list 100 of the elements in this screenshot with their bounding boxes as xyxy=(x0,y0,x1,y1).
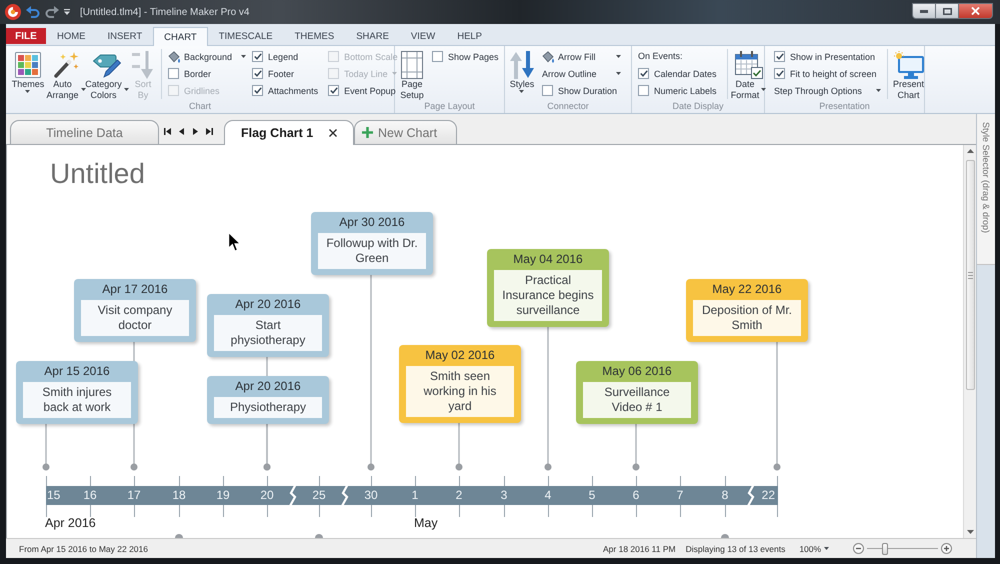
next-icon[interactable] xyxy=(192,128,199,135)
ribbon-tab[interactable]: CHART xyxy=(153,27,208,46)
checkbox[interactable] xyxy=(252,85,264,96)
ribbon-tab[interactable]: INSERT xyxy=(96,27,154,45)
checkbox-label[interactable]: Show Pages xyxy=(448,52,499,62)
tag-icon xyxy=(93,52,121,78)
ribbon-button[interactable]: Themes xyxy=(10,48,46,100)
event-flag[interactable]: May 02 2016 Smith seen working in his yard xyxy=(399,345,521,423)
ribbon-tab[interactable]: HELP xyxy=(446,27,494,45)
event-date: May 06 2016 xyxy=(601,363,673,380)
color-grid-icon xyxy=(15,52,41,78)
maximize-button[interactable] xyxy=(936,3,959,19)
section-label: On Events: xyxy=(638,50,684,63)
paint-bucket-icon xyxy=(168,50,181,62)
event-date: Apr 15 2016 xyxy=(43,363,111,380)
checkbox[interactable] xyxy=(638,68,649,79)
checkbox[interactable] xyxy=(252,68,264,79)
event-flag[interactable]: Apr 20 2016 Start physiotherapy xyxy=(207,294,329,357)
magic-wand-icon xyxy=(53,52,79,78)
slider-thumb[interactable] xyxy=(882,542,888,554)
sheet-tab[interactable]: Timeline Data xyxy=(10,120,159,144)
checkbox-label[interactable]: Footer xyxy=(268,68,294,78)
event-description: Practical Insurance begins surveillance xyxy=(494,270,602,321)
scale-label: 25 xyxy=(312,487,326,504)
caret-icon[interactable] xyxy=(64,9,70,15)
minimize-icon xyxy=(920,10,928,12)
checkbox-label[interactable]: Attachments xyxy=(268,86,318,96)
file-tab[interactable]: FILE xyxy=(6,28,46,44)
app-logo-icon[interactable] xyxy=(5,4,21,20)
ribbon-menu-button[interactable]: Arrow Outline xyxy=(542,65,622,82)
checkbox[interactable] xyxy=(542,85,553,96)
event-flag[interactable]: Apr 20 2016 Physiotherapy xyxy=(207,376,329,424)
checkbox-label[interactable]: Numeric Labels xyxy=(654,86,717,96)
scroll-up-arrow-icon[interactable] xyxy=(966,149,974,153)
new-chart-tab[interactable]: New Chart xyxy=(354,120,457,144)
caret-icon xyxy=(124,88,129,91)
ribbon-button[interactable]: Date Format xyxy=(730,48,767,100)
event-flag[interactable]: May 22 2016 Deposition of Mr. Smith xyxy=(686,279,808,342)
checkbox[interactable] xyxy=(168,68,179,79)
group-label: Date Display xyxy=(672,100,724,112)
chart-tab[interactable]: Flag Chart 1 xyxy=(224,120,354,145)
checkbox-label[interactable]: Legend xyxy=(268,52,298,62)
undo-icon[interactable] xyxy=(26,6,40,18)
ribbon-button[interactable]: Auto Arrange xyxy=(46,48,86,100)
scale-tick xyxy=(179,476,180,517)
ribbon-button[interactable]: Present Chart xyxy=(890,48,927,100)
caret-icon xyxy=(519,90,524,92)
checkbox[interactable] xyxy=(774,68,785,79)
checkbox[interactable] xyxy=(432,51,443,62)
ribbon-tab[interactable]: SHARE xyxy=(345,27,400,45)
checkbox[interactable] xyxy=(328,85,340,96)
scrollbar-thumb[interactable] xyxy=(966,160,974,390)
checkbox[interactable] xyxy=(638,85,649,96)
event-flag[interactable]: May 06 2016 Surveillance Video # 1 xyxy=(576,361,698,424)
checkbox-label[interactable]: Show Duration xyxy=(558,86,618,96)
ribbon-button[interactable]: Category Colors xyxy=(86,48,128,100)
checkbox-label[interactable]: Calendar Dates xyxy=(654,68,717,78)
checkbox-label[interactable]: Show in Presentation xyxy=(790,52,876,62)
skip-to-end-icon[interactable] xyxy=(206,128,213,135)
close-icon[interactable] xyxy=(329,129,337,137)
scale-tick xyxy=(319,476,320,517)
checkbox[interactable] xyxy=(774,51,785,62)
event-description: Deposition of Mr. Smith xyxy=(693,300,801,336)
event-flag[interactable]: May 04 2016 Practical Insurance begins surveillance xyxy=(487,249,609,327)
event-description: Followup with Dr. Green xyxy=(318,233,426,269)
checkbox-label[interactable]: Event Popup xyxy=(344,86,396,96)
up-down-arrows-icon xyxy=(509,50,535,78)
event-flag[interactable]: Apr 17 2016 Visit company doctor xyxy=(74,279,196,342)
connector-line xyxy=(455,423,463,471)
minimize-button[interactable] xyxy=(912,3,936,19)
event-flag[interactable]: Apr 30 2016 Followup with Dr. Green xyxy=(311,212,433,275)
ribbon-menu-button[interactable]: Background xyxy=(168,48,246,65)
zoom-level-dropdown[interactable]: 100% xyxy=(799,544,830,554)
scale-label: 22 xyxy=(762,487,775,504)
checkbox-label[interactable]: Fit to height of screen xyxy=(790,68,877,78)
side-panel-tab[interactable]: Style Selector (drag & drop) xyxy=(977,114,995,265)
ribbon-menu-button[interactable]: Arrow Fill xyxy=(542,48,622,65)
scale-label: 7 xyxy=(676,487,684,504)
ribbon-tab[interactable]: THEMES xyxy=(284,27,346,45)
ribbon-menu-button[interactable]: Step Through Options xyxy=(774,82,881,99)
cursor-date-text: Apr 18 2016 11 PM xyxy=(603,544,676,554)
event-flag[interactable]: Apr 15 2016 Smith injures back at work xyxy=(16,361,138,424)
ribbon-tab[interactable]: VIEW xyxy=(400,27,446,45)
zoom-out-icon[interactable] xyxy=(853,543,864,554)
previous-icon[interactable] xyxy=(178,128,185,135)
caret-icon xyxy=(616,72,622,75)
redo-icon[interactable] xyxy=(45,6,59,18)
scale-label: 3 xyxy=(500,487,508,504)
event-description: Surveillance Video # 1 xyxy=(583,382,691,418)
zoom-in-icon[interactable] xyxy=(941,543,952,554)
ribbon-tab[interactable]: HOME xyxy=(46,27,96,45)
scroll-down-arrow-icon[interactable] xyxy=(966,530,974,534)
ribbon-button[interactable]: Styles xyxy=(505,48,539,100)
checkbox[interactable] xyxy=(252,51,264,62)
group-label: Chart xyxy=(188,100,211,112)
checkbox-label[interactable]: Border xyxy=(184,68,212,78)
ribbon-tab[interactable]: TIMESCALE xyxy=(208,27,284,45)
close-button[interactable] xyxy=(959,3,993,19)
vertical-scrollbar[interactable] xyxy=(963,145,976,538)
skip-to-start-icon[interactable] xyxy=(164,128,171,135)
